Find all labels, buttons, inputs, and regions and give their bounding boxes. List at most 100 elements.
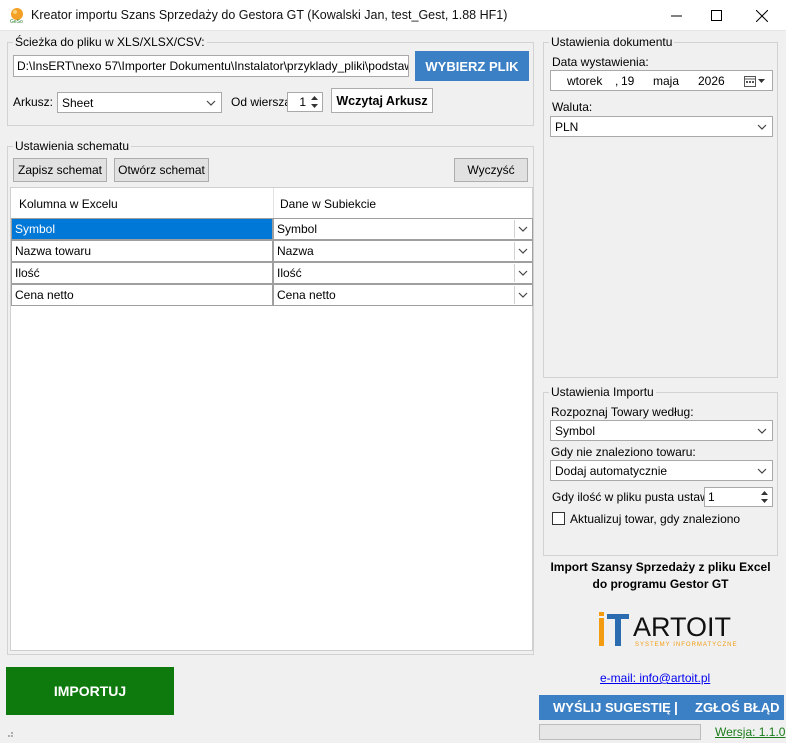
currency-label: Waluta: — [552, 100, 593, 114]
subiekt-select[interactable]: Cena netto — [273, 284, 533, 306]
recognize-label: Rozpoznaj Towary według: — [551, 405, 694, 419]
date-day-name: wtorek — [567, 74, 603, 88]
title-bar: GeSo Kreator importu Szans Sprzedaży do … — [0, 0, 786, 31]
load-sheet-button[interactable]: Wczytaj Arkusz — [331, 88, 433, 113]
date-month: maja — [653, 74, 680, 88]
subiekt-select[interactable]: Nazwa — [273, 240, 533, 262]
maximize-button[interactable] — [696, 0, 736, 31]
document-group-title: Ustawienia dokumentu — [549, 35, 675, 49]
excel-cell[interactable]: Ilość — [11, 262, 273, 284]
schema-group-title: Ustawienia schematu — [13, 139, 132, 153]
open-schema-button[interactable]: Otwórz schemat — [114, 158, 209, 182]
chevron-down-icon — [754, 461, 770, 480]
resize-grip-icon — [8, 732, 13, 737]
close-icon — [756, 9, 768, 22]
maximize-icon — [710, 10, 722, 21]
empty-qty-label: Gdy ilość w pliku pusta ustaw: — [552, 490, 713, 504]
import-button[interactable]: IMPORTUJ — [6, 667, 174, 715]
header-divider — [273, 188, 274, 218]
subiekt-select[interactable]: Symbol — [273, 218, 533, 240]
document-group — [543, 42, 778, 378]
column-header-excel: Kolumna w Excelu — [19, 197, 118, 211]
subiekt-value: Nazwa — [277, 244, 314, 258]
close-button[interactable] — [742, 0, 782, 31]
info-text: Import Szansy Sprzedaży z pliku Excel do… — [543, 559, 778, 593]
file-path-field[interactable]: D:\InsERT\nexo 57\Importer Dokumentu\Ins… — [13, 55, 409, 77]
date-picker[interactable]: wtorek , 19 maja 2026 — [550, 70, 773, 91]
calendar-icon[interactable] — [744, 74, 770, 88]
chevron-down-icon — [754, 421, 770, 440]
chevron-down-icon — [514, 264, 531, 282]
artoit-logo-mark — [599, 612, 629, 646]
update-checkbox[interactable] — [552, 512, 565, 525]
recognize-select[interactable]: Symbol — [550, 420, 773, 441]
email-link[interactable]: e-mail: info@artoit.pl — [600, 671, 710, 685]
stepper-up-icon[interactable] — [758, 489, 771, 497]
sheet-label: Arkusz: — [13, 95, 54, 109]
minimize-icon — [670, 15, 682, 17]
minimize-button[interactable] — [656, 0, 696, 31]
import-settings-title: Ustawienia Importu — [549, 385, 656, 399]
report-bug-button[interactable]: ZGŁOŚ BŁĄD — [695, 700, 780, 715]
save-schema-button[interactable]: Zapisz schemat — [13, 158, 107, 182]
progress-bar — [539, 724, 701, 740]
excel-cell[interactable]: Cena netto — [11, 284, 273, 306]
table-row[interactable]: Ilość Ilość — [11, 262, 533, 284]
logo-subtitle: SYSTEMY INFORMATYCZNE — [635, 642, 738, 648]
not-found-select[interactable]: Dodaj automatycznie — [550, 460, 773, 481]
column-header-subiekt: Dane w Subiekcie — [280, 197, 377, 211]
chevron-down-icon — [514, 242, 531, 260]
table-row[interactable]: Symbol Symbol — [11, 218, 533, 240]
action-separator: | — [674, 699, 678, 715]
artoit-logo: ARTOIT SYSTEMY INFORMATYCZNE — [597, 610, 736, 652]
subiekt-value: Ilość — [277, 266, 302, 280]
from-row-label: Od wiersza: — [231, 95, 295, 109]
from-row-stepper[interactable]: 1 — [287, 92, 323, 112]
excel-cell[interactable]: Symbol — [11, 218, 273, 240]
file-path-label: Ścieżka do pliku w XLS/XLSX/CSV: — [13, 35, 207, 49]
currency-select[interactable]: PLN — [550, 116, 773, 137]
version-label: Wersja: 1.1.0 — [715, 725, 786, 739]
app-icon: GeSo — [9, 7, 25, 25]
empty-qty-stepper[interactable]: 1 — [704, 487, 773, 507]
subiekt-select[interactable]: Ilość — [273, 262, 533, 284]
from-row-value: 1 — [299, 95, 306, 109]
not-found-label: Gdy nie znaleziono towaru: — [551, 445, 696, 459]
subiekt-value: Symbol — [277, 222, 318, 236]
not-found-value: Dodaj automatycznie — [555, 464, 668, 478]
chevron-down-icon — [754, 117, 770, 136]
excel-cell[interactable]: Nazwa towaru — [11, 240, 273, 262]
date-year: 2026 — [698, 74, 725, 88]
choose-file-button[interactable]: WYBIERZ PLIK — [415, 51, 529, 81]
svg-text:GeSo: GeSo — [10, 19, 23, 23]
chevron-down-icon — [203, 93, 219, 112]
info-line-2: do programu Gestor GT — [592, 577, 729, 591]
date-label: Data wystawienia: — [552, 55, 649, 69]
stepper-down-icon[interactable] — [308, 102, 321, 110]
table-row[interactable]: Cena netto Cena netto — [11, 284, 533, 306]
stepper-down-icon[interactable] — [758, 497, 771, 505]
table-row[interactable]: Nazwa towaru Nazwa — [11, 240, 533, 262]
sheet-value: Sheet — [62, 96, 94, 110]
file-path-value: D:\InsERT\nexo 57\Importer Dokumentu\Ins… — [17, 59, 409, 73]
window-title: Kreator importu Szans Sprzedaży do Gesto… — [31, 8, 508, 22]
currency-value: PLN — [555, 120, 579, 134]
subiekt-value: Cena netto — [277, 288, 336, 302]
chevron-down-icon — [514, 286, 531, 304]
logo-text: ARTOIT — [633, 612, 732, 642]
date-separator: , — [615, 74, 619, 88]
clear-button[interactable]: Wyczyść — [454, 158, 528, 182]
bottom-action-bar: WYŚLIJ SUGESTIĘ | ZGŁOŚ BŁĄD — [539, 695, 784, 720]
date-day: 19 — [621, 74, 635, 88]
send-suggestion-button[interactable]: WYŚLIJ SUGESTIĘ — [553, 700, 671, 715]
info-line-1: Import Szansy Sprzedaży z pliku Excel — [550, 560, 771, 574]
empty-qty-value: 1 — [708, 490, 715, 504]
recognize-value: Symbol — [555, 424, 596, 438]
grid-header: Kolumna w Excelu Dane w Subiekcie — [11, 188, 532, 218]
stepper-up-icon[interactable] — [308, 94, 321, 102]
schema-grid: Kolumna w Excelu Dane w Subiekcie Symbol… — [10, 187, 533, 651]
sheet-select[interactable]: Sheet — [57, 92, 222, 113]
status-bar: Wersja: 1.1.0 — [0, 722, 786, 743]
update-checkbox-label: Aktualizuj towar, gdy znaleziono — [570, 512, 741, 526]
chevron-down-icon — [514, 220, 531, 238]
